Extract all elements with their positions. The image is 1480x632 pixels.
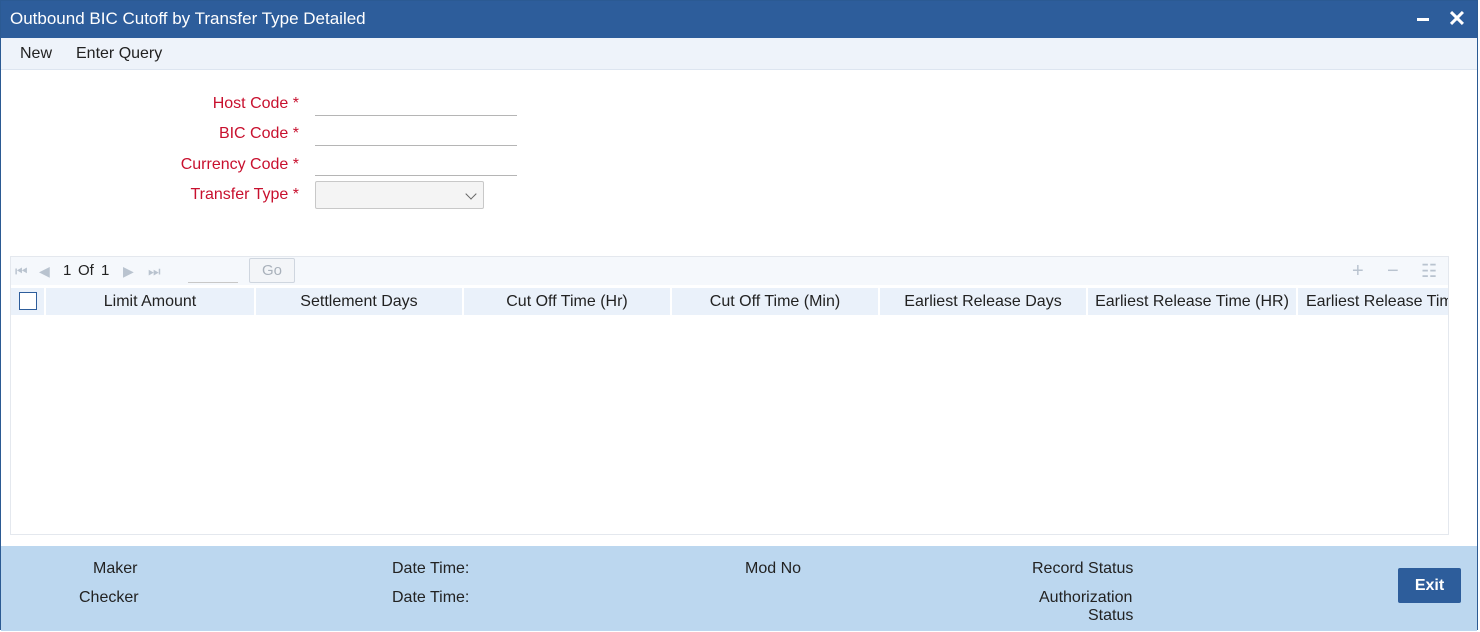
transfer-type-select[interactable]	[315, 181, 484, 209]
column-header-limit-amount[interactable]: Limit Amount	[46, 288, 256, 315]
required-marker: *	[292, 156, 299, 173]
last-page-icon[interactable]: ⏭	[148, 263, 161, 280]
bic-code-input[interactable]	[315, 122, 517, 146]
currency-code-label: Currency Code *	[99, 156, 299, 174]
list-view-icon[interactable]: ☷	[1421, 261, 1437, 282]
close-icon[interactable]: ✕	[1443, 5, 1471, 33]
page-number-input[interactable]	[188, 261, 238, 283]
bic-code-label: BIC Code *	[99, 125, 299, 143]
first-page-icon[interactable]: ⏮	[15, 263, 28, 280]
title-bar: Outbound BIC Cutoff by Transfer Type Det…	[1, 1, 1477, 38]
host-code-label: Host Code *	[99, 95, 299, 113]
cutoff-grid: ⏮ ◀ 1 Of 1 ▶ ⏭ Go + − ☷ Limit Amount Set…	[10, 256, 1449, 535]
required-marker: *	[292, 95, 299, 112]
chevron-down-icon	[465, 188, 477, 200]
column-header-settlement-days[interactable]: Settlement Days	[256, 288, 464, 315]
audit-footer: Maker Checker Date Time: Date Time: Mod …	[1, 546, 1477, 631]
column-header-earliest-release-days[interactable]: Earliest Release Days	[880, 288, 1088, 315]
authorization-status-label-line2: Status	[1088, 607, 1134, 624]
select-all-checkbox[interactable]	[19, 292, 37, 310]
current-page: 1	[63, 262, 72, 279]
total-pages: 1	[101, 262, 110, 279]
exit-button[interactable]: Exit	[1398, 568, 1461, 603]
currency-code-input[interactable]	[315, 152, 517, 176]
host-code-label-text: Host Code	[212, 95, 289, 112]
of-label: Of	[78, 262, 94, 279]
delete-row-icon[interactable]: −	[1387, 260, 1399, 283]
select-all-cell	[11, 288, 46, 315]
grid-header-row: Limit Amount Settlement Days Cut Off Tim…	[11, 288, 1448, 315]
menu-bar: New Enter Query	[1, 38, 1477, 70]
window-title: Outbound BIC Cutoff by Transfer Type Det…	[10, 9, 366, 28]
bic-code-label-text: BIC Code	[218, 125, 289, 142]
column-header-earliest-release-time-hr[interactable]: Earliest Release Time (HR)	[1088, 288, 1298, 315]
next-page-icon[interactable]: ▶	[123, 263, 134, 280]
go-button[interactable]: Go	[249, 258, 295, 283]
required-marker: *	[292, 125, 299, 142]
maker-label: Maker	[93, 560, 138, 577]
mod-no-label: Mod No	[745, 560, 802, 577]
enter-query-button[interactable]: Enter Query	[76, 45, 162, 63]
transfer-type-label: Transfer Type *	[99, 186, 299, 204]
record-status-label: Record Status	[1032, 560, 1134, 577]
minimize-icon[interactable]	[1409, 5, 1437, 33]
required-marker: *	[292, 186, 299, 203]
authorization-status-label: Authorization	[1039, 589, 1133, 606]
bic-cutoff-window: Outbound BIC Cutoff by Transfer Type Det…	[0, 0, 1478, 631]
add-row-icon[interactable]: +	[1352, 260, 1364, 283]
currency-code-label-text: Currency Code	[180, 156, 289, 173]
previous-page-icon[interactable]: ◀	[39, 263, 50, 280]
column-header-cutoff-hr[interactable]: Cut Off Time (Hr)	[464, 288, 672, 315]
grid-pager: ⏮ ◀ 1 Of 1 ▶ ⏭ Go + − ☷	[11, 257, 1448, 285]
transfer-type-label-text: Transfer Type	[190, 186, 289, 203]
host-code-input[interactable]	[315, 92, 517, 116]
new-button[interactable]: New	[20, 45, 52, 63]
checker-label: Checker	[79, 589, 139, 606]
maker-datetime-label: Date Time:	[392, 560, 470, 577]
column-header-earliest-release-time-min[interactable]: Earliest Release Tim	[1298, 288, 1448, 315]
column-header-cutoff-min[interactable]: Cut Off Time (Min)	[672, 288, 880, 315]
checker-datetime-label: Date Time:	[392, 589, 470, 606]
